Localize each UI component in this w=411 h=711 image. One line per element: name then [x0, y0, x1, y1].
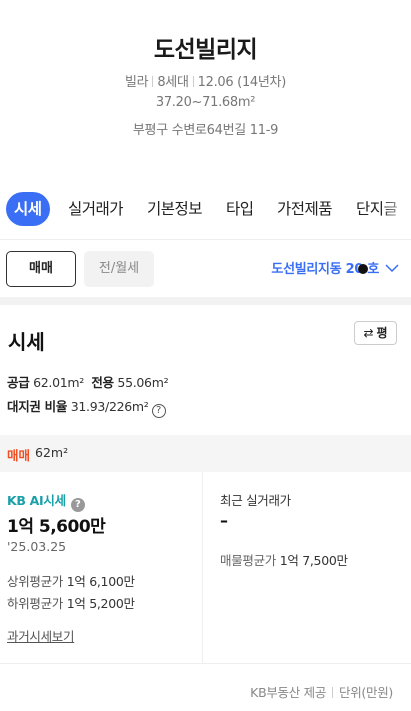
upper-average-label: 상위평균가: [7, 574, 64, 589]
divider: [0, 239, 411, 240]
past-price-link[interactable]: 과거시세보기: [7, 626, 75, 645]
area-range: 37.20~71.68m²: [155, 95, 256, 110]
column-divider: [202, 472, 203, 663]
building-type: 빌라: [125, 75, 149, 90]
complex-title: 도선빌리지: [153, 37, 258, 63]
chevron-down-icon: [385, 251, 399, 287]
unit-select[interactable]: 도선빌리지동 20 호: [271, 251, 399, 287]
lower-average-value: 1억 5,200만: [66, 596, 135, 611]
household-count: 8세대: [157, 75, 189, 90]
area-info: 공급 62.01m² 전용 55.06m²: [7, 372, 169, 391]
section-tabs: 시세 실거래가 기본정보 타입 가전제품 단지글: [0, 192, 411, 230]
lower-average: 하위평균가 1억 5,200만: [7, 593, 135, 612]
section-divider: [0, 297, 411, 305]
pyeong-label: 평: [376, 326, 388, 340]
tab-appliances[interactable]: 가전제품: [277, 192, 333, 226]
tabs-fade: [381, 192, 411, 226]
tab-sise[interactable]: 시세: [6, 192, 50, 226]
provider-note: KB부동산 제공: [250, 685, 327, 700]
footer-note: KB부동산 제공 단위(만원): [250, 682, 393, 701]
built-date: 12.06 (14년차): [197, 75, 287, 90]
pyeong-toggle-button[interactable]: ⇄ 평: [354, 321, 397, 345]
land-ratio-label: 대지권 비율: [7, 399, 68, 414]
listing-average-value: 1억 7,500만: [279, 553, 348, 568]
complex-meta: 빌라 8세대 12.06 (14년차): [0, 71, 411, 90]
land-ratio-info: 대지권 비율 31.93/226m²?: [7, 396, 166, 418]
supply-value: 62.01m²: [33, 375, 84, 390]
tab-basic-info[interactable]: 기본정보: [147, 192, 203, 226]
recent-transaction-value: –: [220, 511, 228, 530]
divider: [192, 76, 194, 87]
cursor-dot: [358, 264, 368, 274]
divider: [152, 76, 154, 87]
address: 부평구 수변로64번길 11-9: [132, 123, 279, 138]
kb-price: 1억 5,600만: [7, 517, 106, 537]
type-bar: 매매 62m²: [0, 435, 411, 472]
deal-type-label: 매매: [7, 448, 31, 463]
divider: [0, 663, 411, 664]
swap-icon: ⇄: [363, 326, 374, 340]
help-icon[interactable]: ?: [151, 404, 166, 418]
kb-date: '25.03.25: [7, 539, 67, 554]
rent-button[interactable]: 전/월세: [84, 251, 154, 287]
unit-note: 단위(만원): [339, 685, 393, 700]
land-ratio-value: 31.93/226m²: [70, 399, 149, 414]
sale-button[interactable]: 매매: [6, 251, 76, 287]
exclusive-label: 전용: [91, 375, 114, 390]
exclusive-value: 55.06m²: [117, 375, 169, 390]
upper-average: 상위평균가 1억 6,100만: [7, 571, 135, 590]
recent-transaction-label: 최근 실거래가: [220, 493, 291, 508]
section-title: 시세: [8, 330, 45, 354]
listing-average: 매물평균가 1억 7,500만: [220, 550, 348, 569]
lower-average-label: 하위평균가: [7, 596, 64, 611]
tab-type[interactable]: 타입: [226, 192, 254, 226]
trade-filter: 매매 전/월세 도선빌리지동 20 호: [0, 251, 411, 287]
size-label: 62m²: [35, 445, 69, 460]
listing-average-label: 매물평균가: [220, 553, 277, 568]
complex-header: 도선빌리지 빌라 8세대 12.06 (14년차) 37.20~71.68m² 부평…: [0, 0, 411, 168]
upper-average-value: 1억 6,100만: [66, 574, 135, 589]
kb-label-text: KB AI시세: [7, 493, 66, 508]
kb-ai-price-label: KB AI시세?: [7, 490, 85, 512]
tab-transactions[interactable]: 실거래가: [68, 192, 124, 226]
divider: [332, 687, 334, 698]
help-icon[interactable]: ?: [70, 498, 85, 512]
supply-label: 공급: [7, 375, 30, 390]
